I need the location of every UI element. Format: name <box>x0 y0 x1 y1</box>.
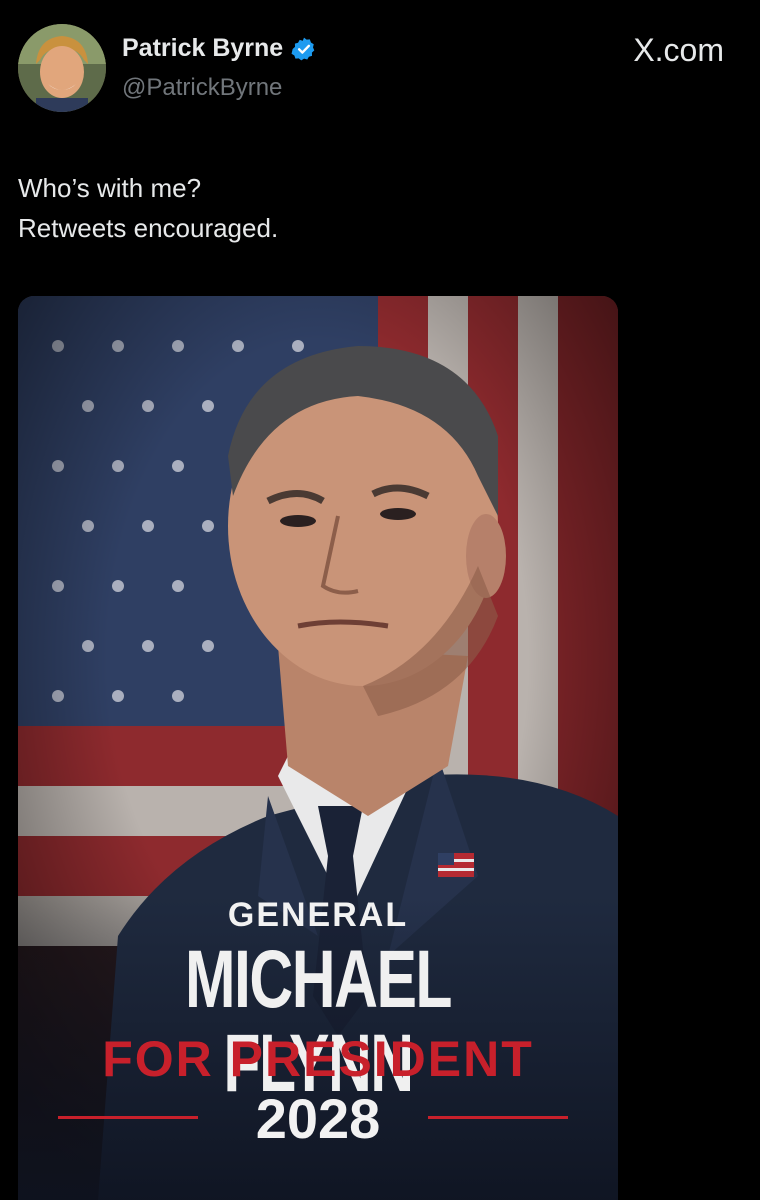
poster-line-general: GENERAL <box>227 896 409 934</box>
avatar-photo <box>18 24 106 112</box>
author-name-row: Patrick Byrne <box>122 34 317 63</box>
tweet-header: Patrick Byrne @PatrickByrne X.com <box>0 0 760 120</box>
tweet-text: Who’s with me? Retweets encouraged. <box>18 168 278 248</box>
poster-rule-right <box>428 1116 568 1119</box>
poster-line-for-president: FOR PRESIDENT <box>102 1031 534 1087</box>
tweet-media-poster[interactable]: GENERAL MICHAEL FLYNN FOR PRESIDENT 2028 <box>18 296 618 1200</box>
site-label: X.com <box>633 32 724 68</box>
tweet-line: Who’s with me? <box>18 173 202 203</box>
tweet-line: Retweets encouraged. <box>18 213 279 243</box>
author-avatar[interactable] <box>18 24 106 112</box>
author-name[interactable]: Patrick Byrne <box>122 34 283 63</box>
author-handle[interactable]: @PatrickByrne <box>122 74 282 102</box>
verified-badge-icon <box>291 37 315 60</box>
